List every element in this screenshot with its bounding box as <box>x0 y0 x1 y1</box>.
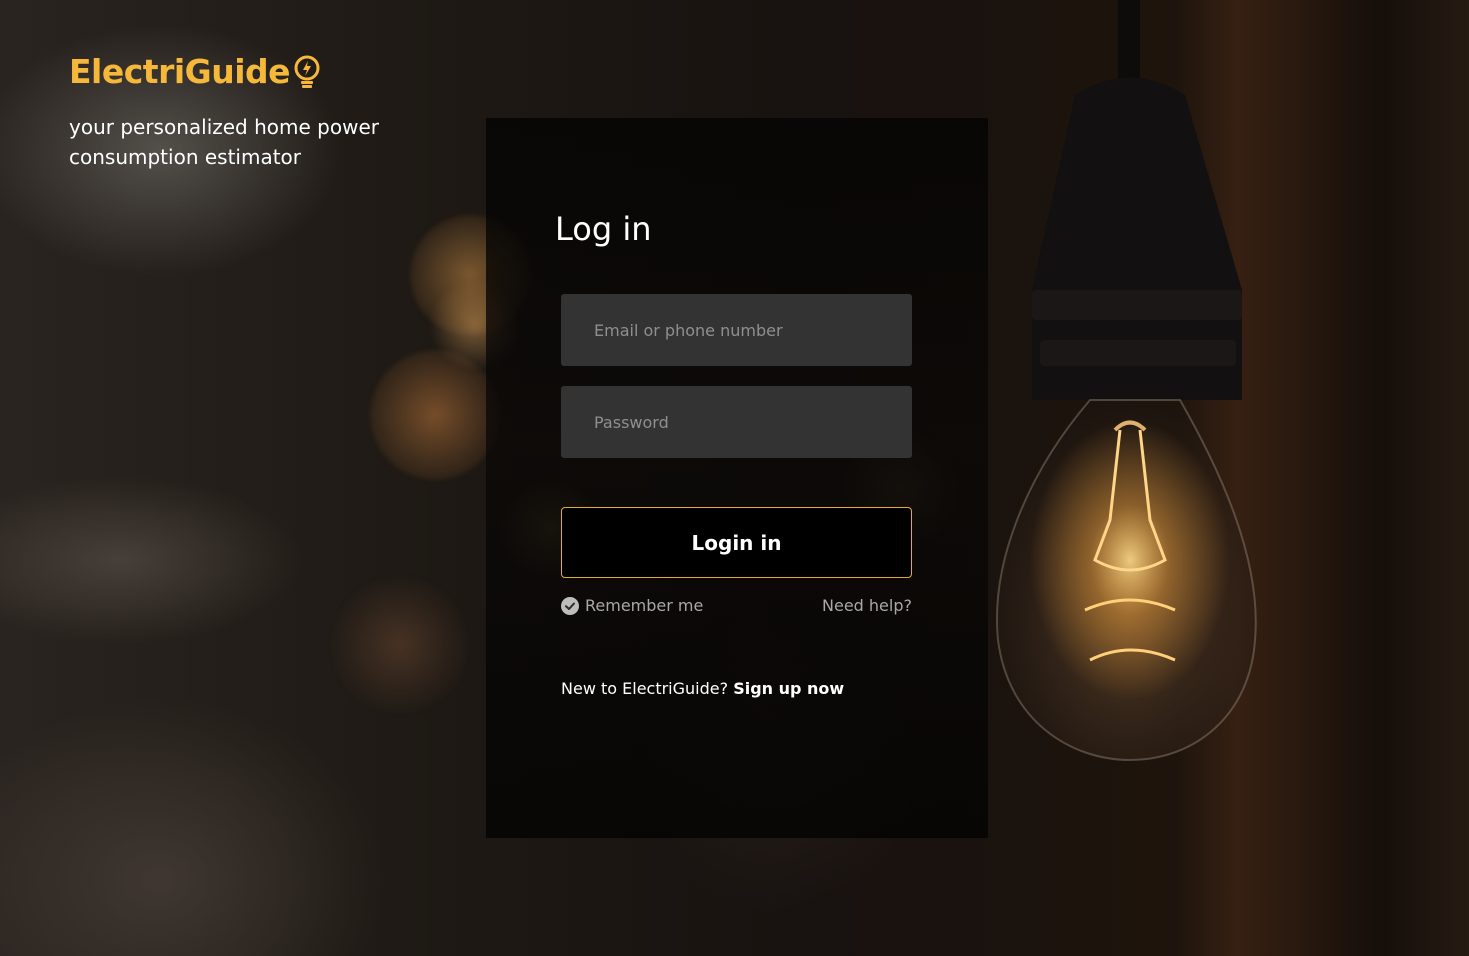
hanging-bulb-image <box>996 0 1257 762</box>
need-help-link[interactable]: Need help? <box>822 596 912 615</box>
signup-prompt: New to ElectriGuide? <box>561 679 734 698</box>
login-button[interactable]: Login in <box>561 507 912 578</box>
brand-name: ElectriGuide <box>69 52 291 91</box>
brand-logo[interactable]: ElectriGuide <box>69 52 322 91</box>
remember-me-checkbox[interactable]: Remember me <box>561 596 703 615</box>
check-circle-icon <box>561 596 579 615</box>
lightbulb-bolt-icon <box>294 55 320 88</box>
password-field[interactable] <box>561 386 912 458</box>
bokeh-light <box>330 575 470 715</box>
login-panel: Log in Login in Remember me Need help? N… <box>486 118 988 838</box>
signup-link[interactable]: Sign up now <box>733 679 844 698</box>
brand-tagline: your personalized home power consumption… <box>69 115 379 169</box>
remember-me-label: Remember me <box>585 596 704 615</box>
login-title: Log in <box>555 210 652 248</box>
login-page: ElectriGuide your personalized home powe… <box>0 0 1469 956</box>
email-field[interactable] <box>561 294 912 366</box>
signup-row: New to ElectriGuide? Sign up now <box>561 679 844 698</box>
